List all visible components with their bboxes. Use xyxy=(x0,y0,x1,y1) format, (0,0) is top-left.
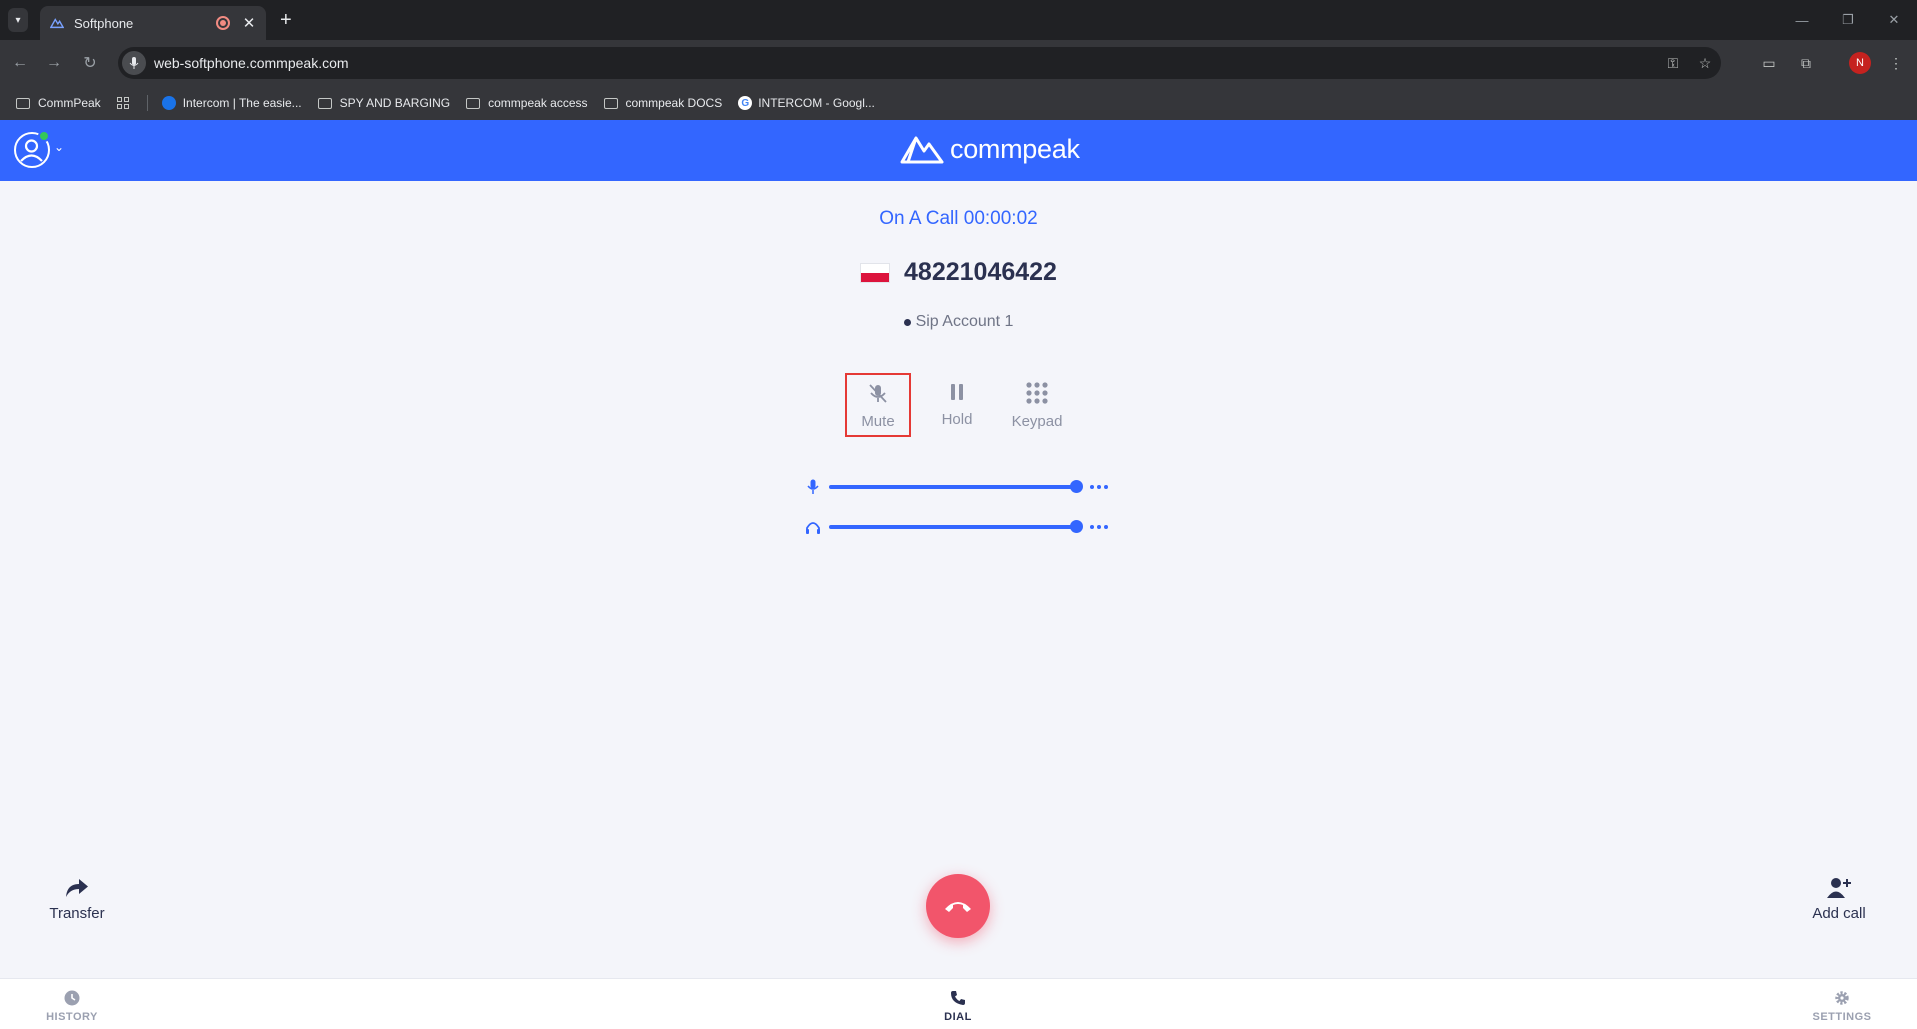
apps-grid-icon[interactable] xyxy=(116,97,129,109)
password-key-icon[interactable]: ⚿ xyxy=(1657,55,1689,72)
mic-volume-slider[interactable] xyxy=(829,480,1083,493)
minimize-button[interactable]: — xyxy=(1779,0,1825,40)
sip-account: Sip Account 1 xyxy=(0,313,1917,331)
extensions-icon[interactable]: ⧉ xyxy=(1794,49,1818,77)
phone-hangup-icon xyxy=(945,902,971,912)
bookmark-intercom[interactable]: Intercom | The easie... xyxy=(161,96,302,110)
commpeak-logo: commpeak xyxy=(900,132,1080,166)
add-user-icon xyxy=(1827,878,1851,898)
bookmark-commpeak[interactable]: CommPeak xyxy=(16,96,101,110)
window-controls: — ❐ ✕ xyxy=(1779,0,1917,40)
cast-icon[interactable]: ▭ xyxy=(1757,49,1781,77)
intercom-icon xyxy=(161,96,176,110)
recording-indicator-icon xyxy=(216,16,230,30)
nav-settings[interactable]: SETTINGS xyxy=(1782,990,1902,1023)
account-status-dot xyxy=(903,318,911,326)
keypad-button[interactable]: Keypad xyxy=(1004,373,1070,437)
caller-number-row: 48221046422 xyxy=(0,258,1917,287)
google-icon: G xyxy=(738,96,753,110)
address-bar[interactable]: web-softphone.commpeak.com ⚿ ☆ xyxy=(118,47,1721,79)
bottom-navigation: HISTORY DIAL SETTINGS xyxy=(0,978,1917,1029)
nav-history[interactable]: HISTORY xyxy=(12,990,132,1023)
commpeak-favicon-icon xyxy=(50,18,64,29)
forward-button[interactable]: → xyxy=(42,51,66,75)
browser-toolbar: ← → ↻ web-softphone.commpeak.com ⚿ ☆ ▭ ⧉… xyxy=(0,40,1917,86)
chevron-down-icon[interactable]: ⌄ xyxy=(54,140,64,154)
browser-tab[interactable]: Softphone ✕ xyxy=(40,6,266,40)
url-text[interactable]: web-softphone.commpeak.com xyxy=(154,55,1657,71)
add-call-button[interactable]: Add call xyxy=(1789,877,1889,922)
tab-search-button[interactable]: ▾ xyxy=(8,8,28,32)
restore-button[interactable]: ❐ xyxy=(1825,0,1871,40)
close-window-button[interactable]: ✕ xyxy=(1871,0,1917,40)
transfer-icon xyxy=(66,879,88,897)
mic-volume-thumb[interactable] xyxy=(1070,480,1083,493)
bookmark-commpeak-access[interactable]: commpeak access xyxy=(466,96,588,110)
online-status-badge xyxy=(38,130,50,142)
clock-icon xyxy=(64,990,80,1006)
site-info-icon[interactable] xyxy=(122,51,146,75)
mic-volume-row xyxy=(805,477,1115,497)
folder-icon xyxy=(317,97,332,109)
bookmark-star-icon[interactable]: ☆ xyxy=(1689,55,1721,72)
poland-flag-icon xyxy=(860,262,891,283)
hangup-button[interactable] xyxy=(926,874,990,938)
mic-off-icon xyxy=(869,384,887,403)
pause-icon xyxy=(951,384,963,400)
hold-button[interactable]: Hold xyxy=(924,373,990,437)
folder-icon xyxy=(603,97,618,109)
speaker-volume-row xyxy=(805,517,1115,537)
commpeak-logo-icon xyxy=(900,136,944,164)
nav-dial[interactable]: DIAL xyxy=(898,990,1018,1023)
back-button[interactable]: ← xyxy=(8,51,32,75)
browser-tab-bar: ▾ Softphone ✕ + — ❐ ✕ xyxy=(0,0,1917,40)
reload-button[interactable]: ↻ xyxy=(78,51,102,75)
app-header: ⌄ commpeak xyxy=(0,120,1917,181)
folder-icon xyxy=(16,97,30,109)
microphone-icon xyxy=(805,479,821,495)
speaker-volume-thumb[interactable] xyxy=(1070,520,1083,533)
bookmark-separator xyxy=(146,95,148,111)
headphones-icon xyxy=(805,519,821,535)
mic-options-icon[interactable] xyxy=(1090,485,1108,489)
bookmark-spy-and-barging[interactable]: SPY AND BARGING xyxy=(317,96,450,110)
tab-close-icon[interactable]: ✕ xyxy=(242,14,256,32)
phone-icon xyxy=(951,991,965,1005)
bookmark-intercom-google[interactable]: G INTERCOM - Googl... xyxy=(738,96,875,110)
browser-menu-icon[interactable]: ⋮ xyxy=(1884,49,1908,77)
bookmark-commpeak-docs[interactable]: commpeak DOCS xyxy=(603,96,722,110)
bookmarks-bar: CommPeak Intercom | The easie... SPY AND… xyxy=(0,86,1917,120)
speaker-options-icon[interactable] xyxy=(1090,525,1108,529)
keypad-icon xyxy=(1026,382,1048,404)
profile-avatar[interactable]: N xyxy=(1848,49,1872,77)
mute-button[interactable]: Mute xyxy=(845,373,911,437)
gear-icon xyxy=(1835,991,1849,1005)
phone-number: 48221046422 xyxy=(904,258,1057,286)
call-status: On A Call 00:00:02 xyxy=(879,208,1038,229)
new-tab-button[interactable]: + xyxy=(280,9,292,32)
tab-title: Softphone xyxy=(74,15,134,31)
speaker-volume-slider[interactable] xyxy=(829,520,1083,533)
transfer-button[interactable]: Transfer xyxy=(27,877,127,922)
folder-icon xyxy=(466,97,481,109)
